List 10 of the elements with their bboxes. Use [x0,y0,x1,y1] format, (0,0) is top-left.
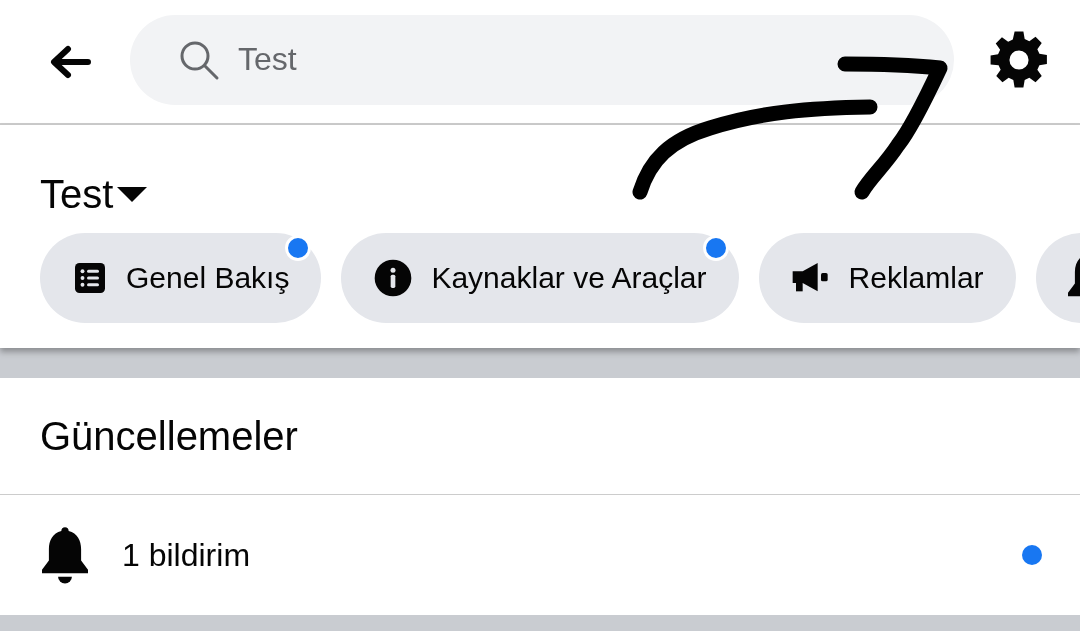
filter-chip[interactable]: Genel Bakış [40,233,322,323]
filter-chip[interactable]: Kaynaklar ve Araçlar [341,233,739,323]
list-icon [72,260,108,296]
bell-icon [42,526,88,584]
search-field[interactable]: Test [130,14,954,105]
filter-chip[interactable]: Reklamlar [758,233,1016,323]
page-switcher[interactable]: Test [40,169,150,219]
back-arrow-icon [48,44,92,79]
info-icon [373,258,414,298]
caret-icon [115,184,150,204]
